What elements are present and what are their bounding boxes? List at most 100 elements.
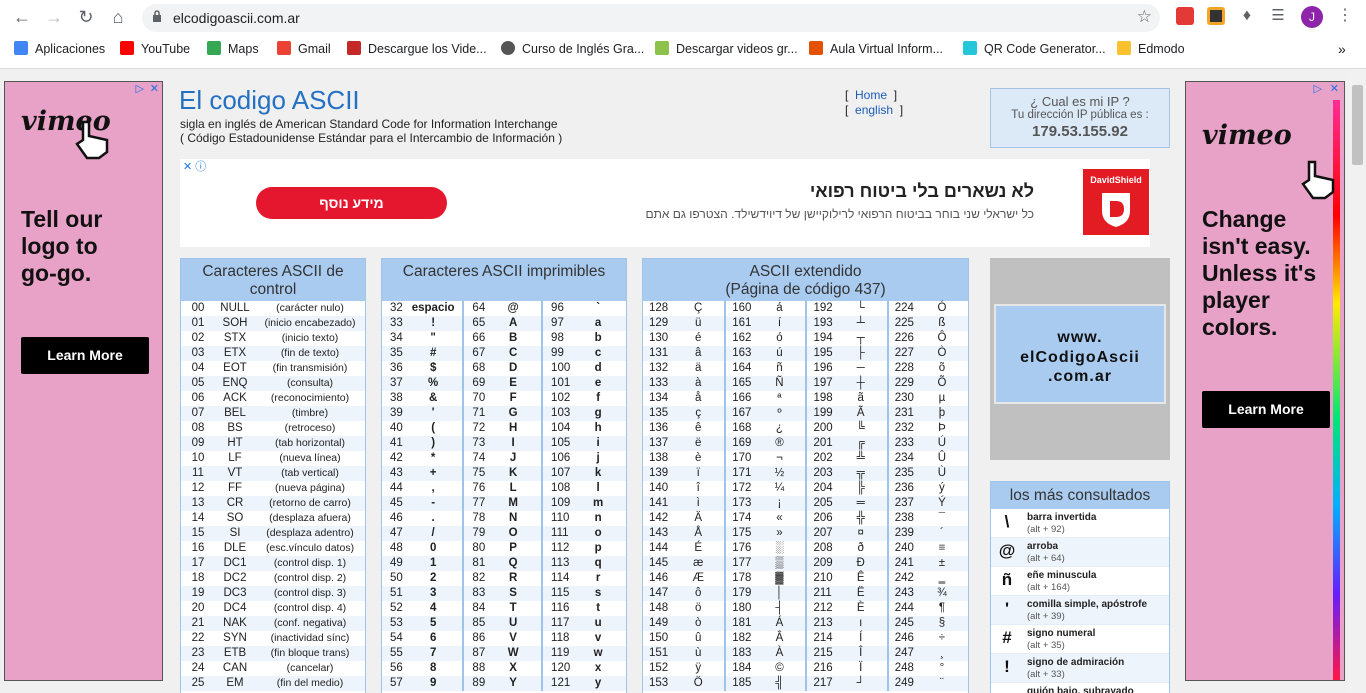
abbr-cell: VT	[215, 466, 255, 481]
description-cell: (cancelar)	[255, 661, 365, 676]
bookmark-youtube[interactable]: YouTube	[120, 40, 190, 58]
bookmark-aula-virtual[interactable]: Aula Virtual Inform...	[809, 40, 943, 58]
abbr-cell: SOH	[215, 316, 255, 331]
forward-icon[interactable]: →	[42, 5, 66, 29]
ad-close-icon[interactable]: ✕ ⓘ	[183, 161, 206, 174]
back-icon[interactable]: ←	[10, 5, 34, 29]
shield-icon	[1102, 193, 1130, 227]
consulted-item[interactable]: ' comilla simple, apóstrofe (alt + 39)	[991, 596, 1169, 625]
consulted-item[interactable]: @ arroba (alt + 64)	[991, 538, 1169, 567]
char-cell: ╦	[834, 466, 887, 481]
english-link[interactable]: english	[855, 103, 893, 117]
ad-close-icon[interactable]: ✕	[150, 83, 159, 96]
home-link[interactable]: Home	[855, 88, 887, 102]
bookmark-curso-ingles[interactable]: Curso de Inglés Gra...	[501, 40, 644, 58]
char-cell: ´	[915, 526, 968, 541]
code-cell: 65	[462, 316, 486, 331]
extension-icon[interactable]	[1207, 7, 1225, 25]
code-cell: 242	[886, 571, 916, 586]
reload-icon[interactable]: ↻	[74, 5, 98, 29]
code-cell: 34	[382, 331, 404, 346]
bookmark-qr-code[interactable]: QR Code Generator...	[963, 40, 1106, 58]
hand-cursor-icon	[1301, 160, 1335, 200]
bookmark-descargue[interactable]: Descargue los Vide...	[347, 40, 487, 58]
bookmark-gmail[interactable]: Gmail	[277, 40, 331, 58]
ip-box[interactable]: ¿ Cual es mi IP ? Tu dirección IP públic…	[990, 88, 1170, 148]
acrobat-extension-icon[interactable]	[1176, 7, 1194, 25]
table-row: 144 É 176 ░ 208 ð 240 ≡	[643, 541, 968, 556]
code-cell: 133	[643, 376, 673, 391]
code-cell: 86	[462, 631, 486, 646]
code-cell: 15	[181, 526, 215, 541]
consulted-item[interactable]: \ barra invertida (alt + 92)	[991, 509, 1169, 538]
code-cell: 245	[886, 616, 916, 631]
table-row: 19 DC3 (control disp. 3)	[181, 586, 365, 601]
bookmark-descargar-videos[interactable]: Descargar videos gr...	[655, 40, 798, 58]
nav-home: [ Home ]	[845, 88, 898, 102]
table-row: 01 SOH (inicio encabezado)	[181, 316, 365, 331]
scrollbar-thumb[interactable]	[1352, 85, 1363, 165]
char-cell: ═	[834, 496, 887, 511]
ad-info-icon[interactable]: ▷	[136, 83, 144, 96]
table-row: 143 Å 175» 207 ¤ 239 ´	[643, 526, 968, 541]
learn-more-button[interactable]: Learn More	[1202, 391, 1330, 428]
left-vimeo-ad[interactable]: ▷ ✕ vimeo Tell our logo to go-go. Learn …	[4, 81, 163, 681]
table-row: 141 ì 173 ¡ 205 ═ 237 Ý	[643, 496, 968, 511]
more-bookmarks-icon[interactable]: »	[1338, 40, 1346, 58]
youtube-icon	[120, 41, 134, 55]
char-cell: .	[403, 511, 463, 526]
code-cell: 246	[886, 631, 916, 646]
profile-avatar[interactable]: J	[1301, 6, 1323, 28]
bookmark-edmodo[interactable]: Edmodo	[1117, 40, 1185, 58]
ad-more-info-button[interactable]: מידע נוסף	[256, 187, 447, 219]
scrollbar[interactable]	[1349, 69, 1366, 693]
code-cell: 25	[181, 676, 215, 691]
table-row: 35 #67 C 99 c	[382, 346, 626, 361]
table-row: 12 FF (nueva página)	[181, 481, 365, 496]
home-icon[interactable]: ⌂	[106, 5, 130, 29]
banner-ad[interactable]: ✕ ⓘ מידע נוסף לא נשארים בלי ביטוח רפואי …	[180, 159, 1150, 247]
char-cell: n	[570, 511, 626, 526]
right-vimeo-ad[interactable]: ▷ ✕ vimeo Change isn't easy. Unless it's…	[1185, 81, 1345, 681]
code-cell: 00	[181, 301, 215, 316]
code-cell: 138	[643, 451, 673, 466]
address-bar[interactable]: elcodigoascii.com.ar ☆	[142, 4, 1160, 32]
char-cell: ╚	[834, 421, 887, 436]
consulted-item[interactable]: # signo numeral (alt + 35)	[991, 625, 1169, 654]
char-cell: °	[915, 661, 968, 676]
description-cell: (inicio texto)	[255, 331, 365, 346]
char-cell: ┴	[834, 316, 887, 331]
char-cell: õ	[915, 361, 968, 376]
code-cell: 56	[382, 661, 404, 676]
media-icon[interactable]: ☰	[1269, 7, 1287, 25]
bookmark-star-icon[interactable]: ☆	[1137, 7, 1152, 27]
bookmark-aplicaciones[interactable]: Aplicaciones	[14, 40, 105, 58]
consulted-item[interactable]: _ guión bajo, subrayado	[991, 683, 1169, 693]
puzzle-icon[interactable]: ♦	[1238, 7, 1256, 25]
code-cell: 185	[724, 676, 754, 691]
table-row: 55 7 87 W 119 w	[382, 646, 626, 661]
code-cell: 161	[724, 316, 754, 331]
learn-more-button[interactable]: Learn More	[21, 337, 149, 374]
code-cell: 76	[462, 481, 486, 496]
bookmark-maps[interactable]: Maps	[207, 40, 259, 58]
char-cell: p	[570, 541, 626, 556]
site-url-banner[interactable]: www. elCodigoAscii .com.ar	[994, 304, 1166, 404]
consulted-item[interactable]: ñ eñe minuscula (alt + 164)	[991, 567, 1169, 596]
char-cell: u	[570, 616, 626, 631]
ad-info-icon[interactable]: ▷	[1314, 83, 1322, 96]
table-row: 16 DLE (esc.vínculo datos)	[181, 541, 365, 556]
table-row: 18 DC2 (control disp. 2)	[181, 571, 365, 586]
char-cell: Æ	[672, 571, 725, 586]
ad-close-icon[interactable]: ✕	[1330, 83, 1339, 96]
table-row: 40(72 H 104 h	[382, 421, 626, 436]
code-cell: 132	[643, 361, 673, 376]
table-row: 05 ENQ (consulta)	[181, 376, 365, 391]
code-cell: 211	[805, 586, 835, 601]
subtitle-spanish: ( Código Estadounidense Estándar para el…	[180, 131, 563, 145]
consulted-item[interactable]: ! signo de admiración (alt + 33)	[991, 654, 1169, 683]
code-cell: 69	[462, 376, 486, 391]
menu-icon[interactable]: ⋮	[1336, 7, 1354, 25]
code-cell: 75	[462, 466, 486, 481]
char-cell: å	[672, 391, 725, 406]
